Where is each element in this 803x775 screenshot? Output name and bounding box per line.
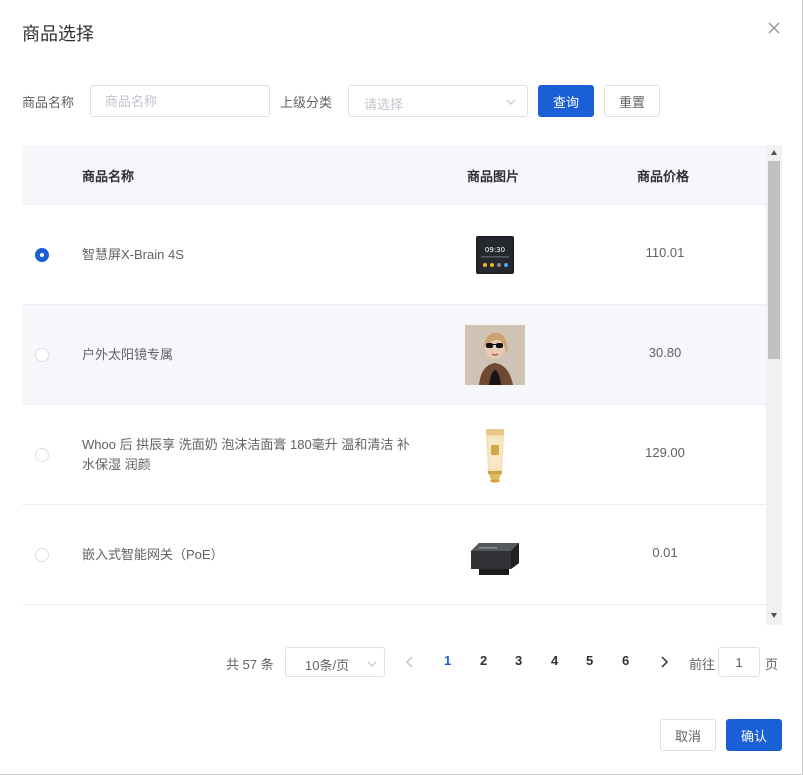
column-header-image: 商品图片 <box>467 169 520 184</box>
category-label: 上级分类 <box>280 95 333 110</box>
gateway-device-image <box>471 543 519 575</box>
sunglasses-model-image <box>465 325 525 385</box>
table-row[interactable]: 户外太阳镜专属 30.80 <box>22 305 766 405</box>
page-number-6[interactable]: 6 <box>622 653 629 668</box>
table-row[interactable]: Whoo 后 拱辰享 洗面奶 泡沫洁面膏 180毫升 温和清洁 补水保湿 润颜 … <box>22 405 766 505</box>
product-price-cell: 129.00 <box>645 445 685 460</box>
prev-page-icon[interactable] <box>403 654 417 670</box>
scroll-down-arrow-icon[interactable] <box>770 611 778 619</box>
cleanser-tube-image <box>486 429 504 483</box>
scrollbar-thumb[interactable] <box>768 161 780 359</box>
page-size-value: 10条/页 <box>305 658 350 673</box>
confirm-button[interactable]: 确认 <box>726 719 782 751</box>
row-radio[interactable] <box>35 348 49 362</box>
product-price-cell: 30.80 <box>648 345 682 360</box>
row-radio[interactable] <box>35 548 49 562</box>
page-number-5[interactable]: 5 <box>586 653 593 668</box>
product-price-cell: 0.01 <box>652 545 678 560</box>
product-table: 商品名称 商品图片 商品价格 智慧屏X-Brain 4S 09:30 110.0… <box>22 145 766 605</box>
category-select-placeholder: 请选择 <box>364 97 404 112</box>
column-header-name: 商品名称 <box>82 169 135 184</box>
page-number-2[interactable]: 2 <box>480 653 487 668</box>
pagination-total: 共 57 条 <box>226 657 274 672</box>
table-row[interactable]: 嵌入式智能网关（PoE） 0.01 <box>22 505 766 605</box>
table-header: 商品名称 商品图片 商品价格 <box>22 145 766 205</box>
product-name-cell: 智慧屏X-Brain 4S <box>82 247 184 262</box>
goto-page-input[interactable] <box>718 647 760 677</box>
page-number-4[interactable]: 4 <box>551 653 558 668</box>
dialog-title: 商品选择 <box>22 24 94 44</box>
chevron-down-icon <box>367 661 377 667</box>
cancel-button[interactable]: 取消 <box>660 719 716 751</box>
product-name-cell: 嵌入式智能网关（PoE） <box>82 547 224 562</box>
table-scrollbar[interactable] <box>766 145 782 625</box>
scroll-up-arrow-icon[interactable] <box>770 149 778 157</box>
product-name-cell: Whoo 后 拱辰享 洗面奶 泡沫洁面膏 180毫升 温和清洁 补水保湿 润颜 <box>82 437 410 472</box>
chevron-down-icon <box>506 99 516 105</box>
page-number-3[interactable]: 3 <box>515 653 522 668</box>
query-button[interactable]: 查询 <box>538 85 594 117</box>
goto-prefix: 前往 <box>689 657 716 672</box>
close-icon[interactable] <box>765 19 783 37</box>
page-size-select[interactable]: 10条/页 <box>285 647 385 677</box>
product-name-label: 商品名称 <box>22 95 75 110</box>
product-name-input[interactable] <box>90 85 270 117</box>
product-name-cell: 户外太阳镜专属 <box>82 347 174 362</box>
column-header-price: 商品价格 <box>637 169 690 184</box>
next-page-icon[interactable] <box>657 654 671 670</box>
row-radio[interactable] <box>35 248 49 262</box>
svg-text:09:30: 09:30 <box>485 246 505 254</box>
product-price-cell: 110.01 <box>645 245 685 260</box>
category-select[interactable]: 请选择 <box>348 85 528 117</box>
page-number-1[interactable]: 1 <box>444 653 451 668</box>
table-row[interactable]: 智慧屏X-Brain 4S 09:30 110.01 <box>22 205 766 305</box>
product-select-dialog: 商品选择 商品名称 上级分类 请选择 查询 重置 商品名称 商品图片 商品价格 … <box>0 0 803 775</box>
reset-button[interactable]: 重置 <box>604 85 660 117</box>
smart-screen-image: 09:30 <box>476 236 514 274</box>
row-radio[interactable] <box>35 448 49 462</box>
goto-suffix: 页 <box>765 657 779 672</box>
